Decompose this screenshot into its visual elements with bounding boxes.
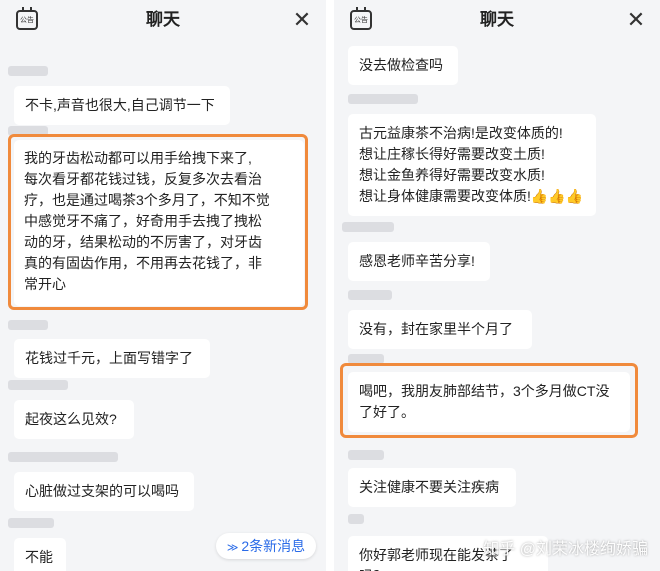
chat-message: 不能 [14, 538, 66, 571]
chat-header: 公告 聊天 ✕ [0, 0, 326, 40]
watermark: 知乎 @刘荣冰楼绚娇骗 [483, 541, 648, 558]
chat-header: 公告 聊天 ✕ [334, 0, 660, 40]
sender-name [348, 290, 392, 300]
sender-name [8, 66, 48, 76]
chat-message: 不卡,声音也很大,自己调节一下 [14, 86, 230, 125]
panel-divider [326, 0, 334, 571]
chat-message: 心脏做过支架的可以喝吗 [14, 472, 194, 511]
close-icon[interactable]: ✕ [622, 6, 650, 34]
chat-message: 花钱过千元，上面写错字了 [14, 339, 210, 378]
chat-message: 关注健康不要关注疾病 [348, 468, 516, 507]
highlight-box [8, 134, 308, 310]
highlight-box [340, 363, 638, 438]
chat-title: 聊天 [146, 10, 180, 29]
sender-name [8, 452, 118, 462]
sender-name [8, 380, 68, 390]
sender-name [348, 94, 418, 104]
chat-message: 没去做检查吗 [348, 46, 458, 85]
chat-message: 感恩老师辛苦分享! [348, 242, 490, 281]
new-messages-label: 2条新消息 [241, 538, 306, 554]
sender-name [342, 222, 394, 232]
new-messages-button[interactable]: ≫ 2条新消息 [216, 533, 316, 559]
chat-title: 聊天 [480, 10, 514, 29]
chat-message: 起夜这么见效? [14, 400, 134, 439]
sender-name [348, 450, 384, 460]
double-chevron-down-icon: ≫ [226, 542, 239, 554]
sender-name [8, 518, 54, 528]
chat-message: 古元益康茶不治病!是改变体质的! 想让庄稼长得好需要改变土质! 想让金鱼养得好需… [348, 114, 596, 216]
left-chat-panel: 公告 聊天 ✕ 不卡,声音也很大,自己调节一下 我的牙齿松动都可以用手给拽下来了… [0, 0, 326, 571]
chat-message: 没有，封在家里半个月了 [348, 310, 532, 349]
close-icon[interactable]: ✕ [288, 6, 316, 34]
sender-name [348, 514, 364, 524]
right-chat-panel: 公告 聊天 ✕ 没去做检查吗 古元益康茶不治病!是改变体质的! 想让庄稼长得好需… [334, 0, 660, 571]
sender-name [8, 320, 48, 330]
